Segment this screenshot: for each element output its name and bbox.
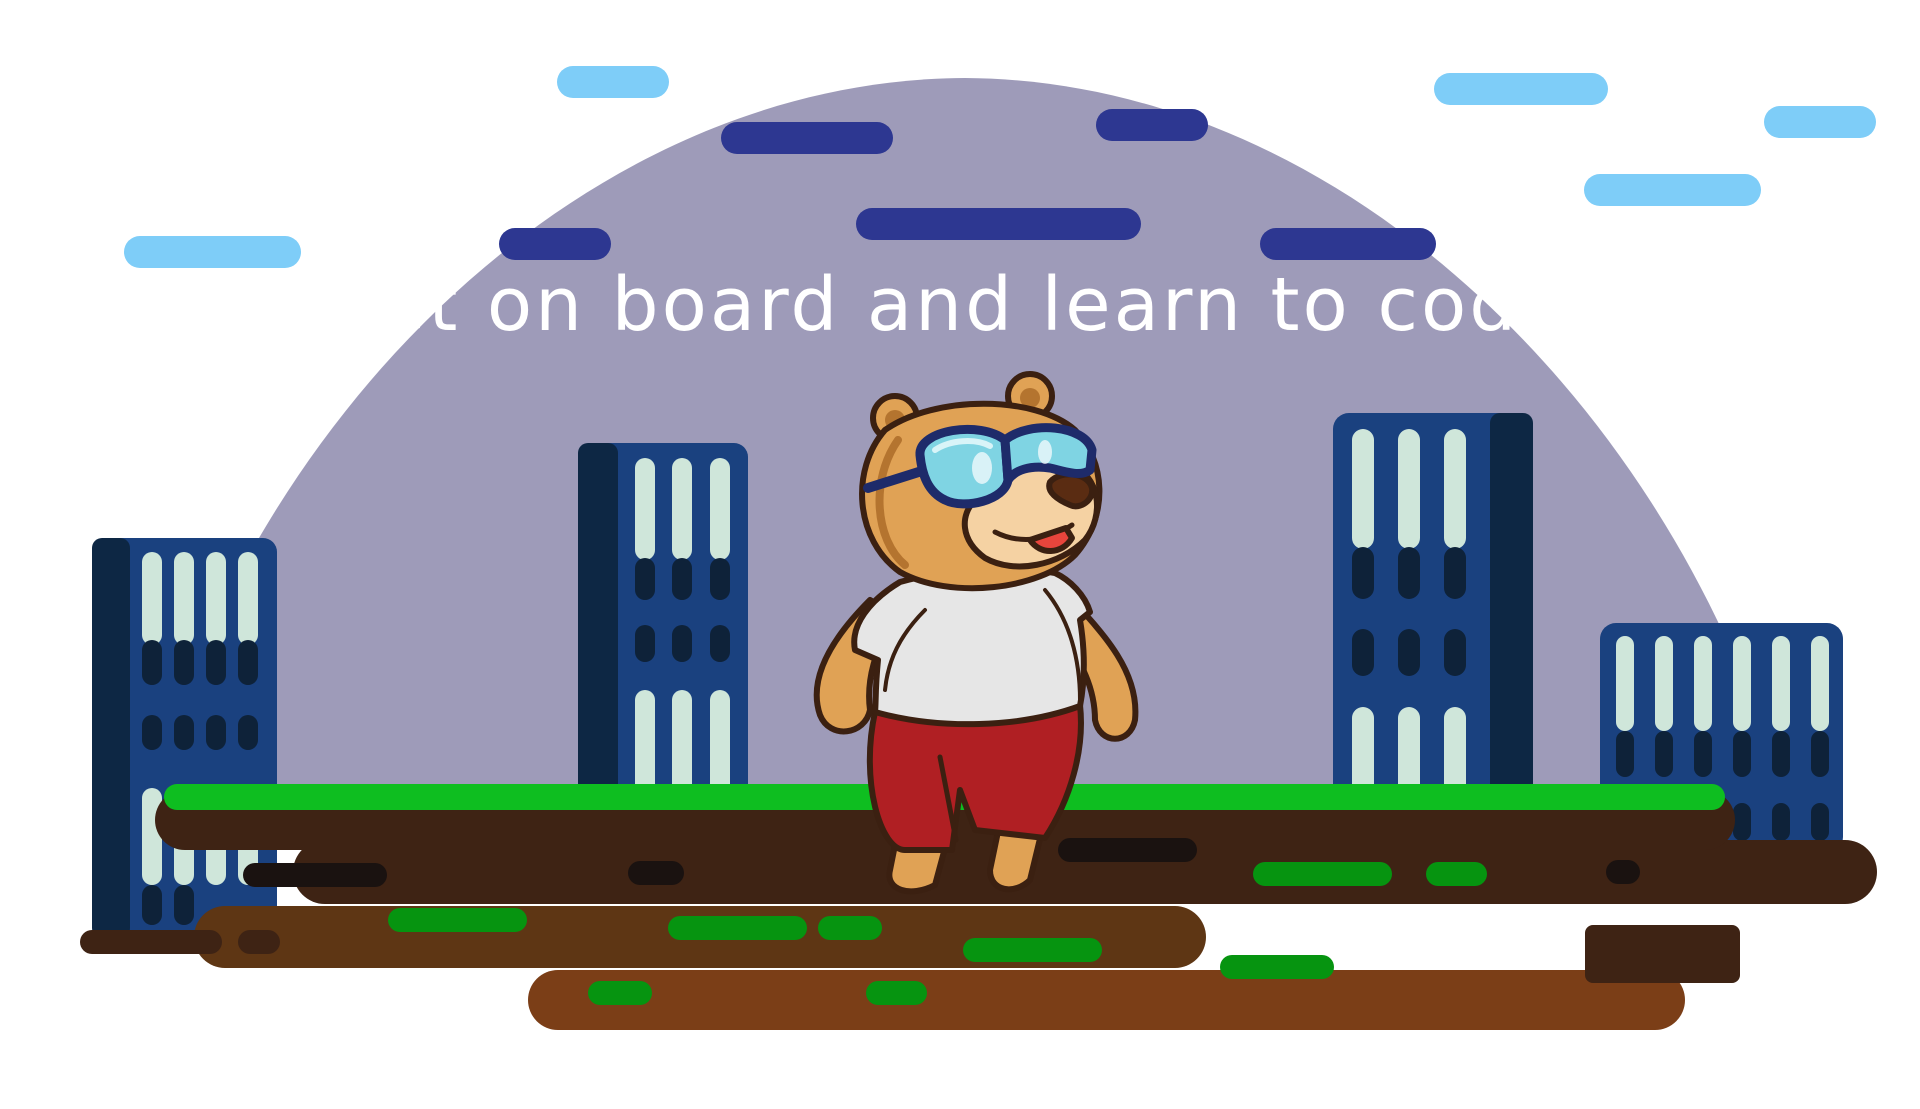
building-icon xyxy=(578,443,748,803)
headline-text: Get on board and learn to code! xyxy=(319,262,1601,348)
ground xyxy=(80,784,1877,1030)
building-icon xyxy=(1333,413,1533,803)
scene-illustration xyxy=(80,66,1877,1030)
